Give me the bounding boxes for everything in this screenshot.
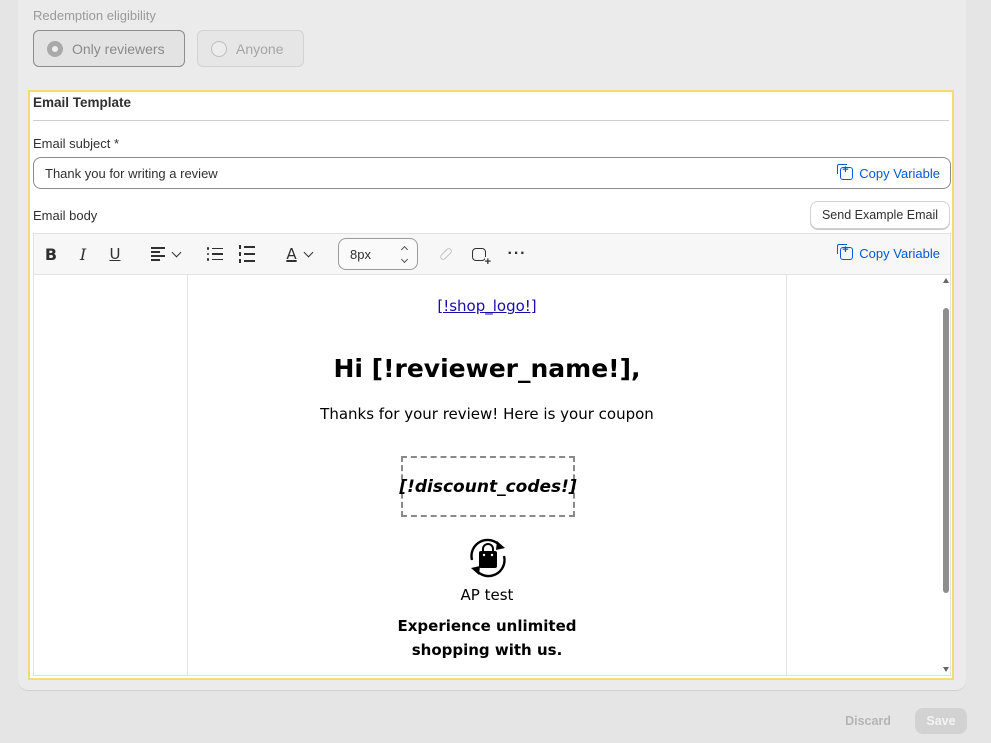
shop-logo-link[interactable]: [!shop_logo!] bbox=[188, 297, 786, 315]
copy-variable-button[interactable]: Copy Variable bbox=[837, 244, 940, 261]
discard-button[interactable]: Discard bbox=[838, 708, 898, 734]
email-template-section: Email Template Email subject * Copy Vari… bbox=[28, 90, 954, 680]
thanks-text: Thanks for your review! Here is your cou… bbox=[320, 405, 654, 423]
scroll-thumb[interactable] bbox=[943, 308, 949, 593]
subject-label: Email subject * bbox=[33, 136, 119, 151]
italic-icon[interactable]: I bbox=[74, 243, 92, 265]
save-button[interactable]: Save bbox=[915, 708, 967, 734]
option-anyone[interactable]: Anyone bbox=[197, 30, 304, 67]
bold-icon[interactable]: B bbox=[42, 243, 60, 265]
editor-toolbar: B I U A 8px + ··· + Copy Variable bbox=[34, 234, 950, 275]
align-left-icon[interactable] bbox=[146, 243, 184, 265]
more-icon[interactable]: ··· bbox=[508, 243, 526, 265]
link-icon[interactable] bbox=[437, 243, 455, 265]
rich-text-editor: B I U A 8px + ··· + Copy Variable [!shop… bbox=[33, 233, 951, 676]
coupon-code: [!discount_codes!] bbox=[399, 476, 577, 497]
shopping-bag-icon bbox=[470, 538, 506, 578]
tagline: Experience unlimited shopping with us. bbox=[397, 617, 577, 659]
scroll-up-icon[interactable] bbox=[943, 278, 949, 283]
insert-image-icon[interactable] bbox=[470, 243, 491, 267]
editor-canvas[interactable]: [!shop_logo!] Hi [!reviewer_name!], Than… bbox=[34, 275, 942, 675]
option-label: Only reviewers bbox=[72, 40, 165, 57]
editor-scrollbar[interactable] bbox=[942, 275, 950, 675]
subject-field[interactable]: Copy Variable bbox=[33, 157, 951, 189]
option-label: Anyone bbox=[236, 40, 284, 57]
greeting-heading: Hi [!reviewer_name!], bbox=[333, 354, 641, 383]
chevron-down-icon bbox=[303, 247, 314, 257]
radio-selected-icon bbox=[47, 40, 63, 57]
numbered-list-icon[interactable] bbox=[238, 243, 256, 265]
bullet-list-icon[interactable] bbox=[206, 243, 224, 265]
email-preview: [!shop_logo!] Hi [!reviewer_name!], Than… bbox=[187, 275, 787, 675]
text-color-icon[interactable]: A bbox=[280, 243, 318, 265]
send-example-email-button[interactable]: Send Example Email bbox=[809, 201, 950, 229]
required-marker: * bbox=[113, 136, 119, 151]
eligibility-label: Redemption eligibility bbox=[33, 8, 156, 23]
copy-icon bbox=[837, 164, 854, 180]
divider bbox=[33, 120, 949, 121]
underline-icon[interactable]: U bbox=[106, 243, 124, 265]
chevron-down-icon bbox=[171, 247, 181, 257]
scroll-down-icon[interactable] bbox=[943, 667, 949, 672]
copy-variable-button[interactable]: Copy Variable bbox=[837, 164, 940, 181]
copy-icon bbox=[837, 244, 854, 260]
coupon-box: [!discount_codes!] bbox=[399, 456, 577, 517]
section-title: Email Template bbox=[33, 95, 132, 110]
body-label: Email body bbox=[33, 208, 98, 223]
stepper-icon bbox=[400, 245, 409, 264]
radio-empty-icon bbox=[211, 40, 227, 57]
subject-input[interactable] bbox=[45, 165, 805, 181]
shop-name: AP test bbox=[460, 586, 514, 604]
option-only-reviewers[interactable]: Only reviewers bbox=[33, 30, 185, 67]
font-size-select[interactable]: 8px bbox=[338, 238, 418, 270]
